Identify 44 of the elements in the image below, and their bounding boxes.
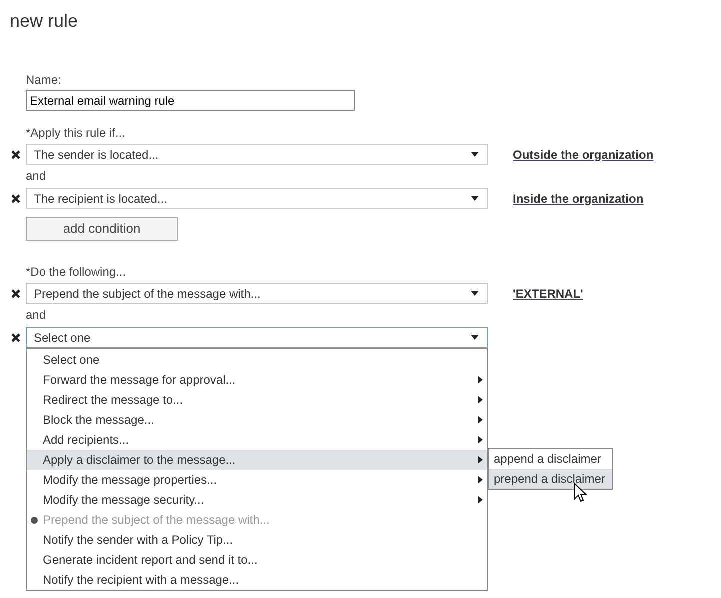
submenu-arrow-icon: [478, 396, 483, 404]
dropdown-caret-icon: [471, 335, 479, 340]
remove-icon[interactable]: [11, 194, 21, 204]
submenu-item[interactable]: append a disclaimer: [489, 449, 612, 469]
remove-icon[interactable]: [11, 288, 21, 298]
remove-icon[interactable]: [11, 150, 21, 160]
submenu-arrow-icon: [478, 456, 483, 464]
submenu-arrow-icon: [478, 436, 483, 444]
menu-item[interactable]: Forward the message for approval...: [27, 370, 487, 390]
condition-dropdown[interactable]: Select one: [26, 327, 488, 348]
menu-item[interactable]: Select one: [27, 350, 487, 370]
field-label: Name:: [26, 73, 62, 87]
menu-item[interactable]: Modify the message properties...: [27, 470, 487, 490]
menu-item[interactable]: Notify the sender with a Policy Tip...: [27, 530, 487, 550]
page-title: new rule: [10, 10, 80, 33]
section-label: *Apply this rule if...: [26, 126, 126, 140]
dropdown-caret-icon: [471, 152, 479, 157]
joiner-text: and: [26, 309, 48, 322]
bullet-icon: [31, 517, 38, 524]
section-label: *Do the following...: [26, 265, 128, 279]
submenu-item[interactable]: prepend a disclaimer: [489, 469, 612, 489]
joiner-text: and: [26, 170, 48, 183]
value-link[interactable]: Inside the organization: [513, 190, 644, 208]
add-condition-button[interactable]: add condition: [26, 217, 178, 241]
condition-dropdown[interactable]: Prepend the subject of the message with...: [26, 283, 488, 304]
menu-item[interactable]: Add recipients...: [27, 430, 487, 450]
menu-item[interactable]: Block the message...: [27, 410, 487, 430]
submenu-arrow-icon: [478, 376, 483, 384]
menu-item[interactable]: Redirect the message to...: [27, 390, 487, 410]
condition-dropdown[interactable]: The sender is located...: [26, 144, 488, 165]
menu-item[interactable]: Modify the message security...: [27, 490, 487, 510]
name-input-field[interactable]: External email warning rule: [26, 90, 355, 111]
submenu-arrow-icon: [478, 476, 483, 484]
condition-dropdown[interactable]: The recipient is located...: [26, 188, 488, 209]
menu-item[interactable]: Notify the recipient with a message...: [27, 570, 487, 590]
value-link[interactable]: Outside the organization: [513, 146, 654, 164]
menu-item[interactable]: Generate incident report and send it to...: [27, 550, 487, 570]
remove-icon[interactable]: [11, 332, 21, 342]
dropdown-caret-icon: [471, 291, 479, 296]
value-link[interactable]: 'EXTERNAL': [513, 284, 584, 302]
submenu-arrow-icon: [478, 496, 483, 504]
submenu-arrow-icon: [478, 416, 483, 424]
dropdown-caret-icon: [471, 196, 479, 201]
menu-item[interactable]: Apply a disclaimer to the message...: [27, 450, 487, 470]
